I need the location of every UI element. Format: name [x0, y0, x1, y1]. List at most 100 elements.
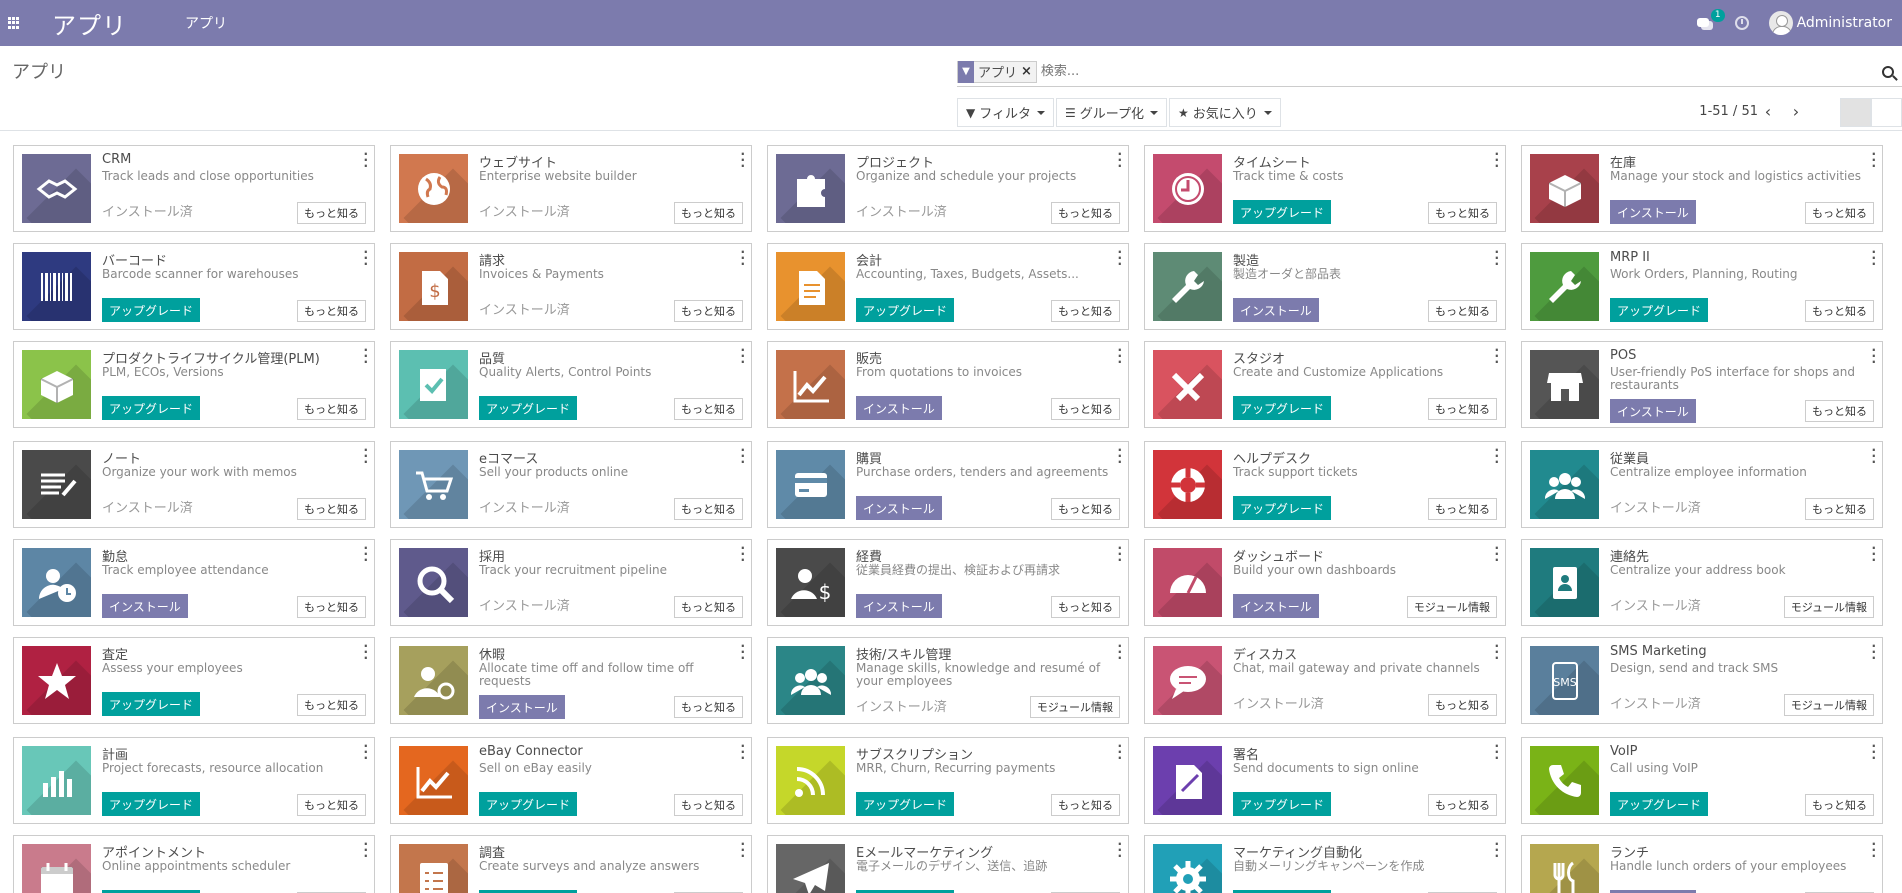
install-button[interactable]: インストール — [479, 695, 565, 719]
card-menu-icon[interactable]: · · · — [740, 838, 745, 862]
card-menu-icon[interactable]: · · · — [1871, 246, 1876, 270]
nav-menu-apps[interactable]: アプリ — [185, 13, 227, 33]
learn-more-button[interactable]: もっと知る — [1428, 202, 1497, 224]
card-menu-icon[interactable]: · · · — [1494, 444, 1499, 468]
apps-menu-icon[interactable] — [8, 17, 20, 29]
upgrade-button[interactable]: アップグレード — [1610, 298, 1709, 322]
pager-previous-icon[interactable]: ‹ — [1754, 100, 1782, 122]
card-menu-icon[interactable]: · · · — [1117, 444, 1122, 468]
learn-more-button[interactable]: もっと知る — [297, 794, 366, 816]
learn-more-button[interactable]: もっと知る — [1805, 202, 1874, 224]
module-info-button[interactable]: モジュール情報 — [1783, 596, 1874, 618]
card-menu-icon[interactable]: · · · — [1117, 542, 1122, 566]
upgrade-button[interactable]: アップグレード — [479, 396, 578, 420]
card-menu-icon[interactable]: · · · — [363, 542, 368, 566]
learn-more-button[interactable]: もっと知る — [1428, 498, 1497, 520]
user-avatar[interactable] — [1768, 11, 1793, 35]
card-menu-icon[interactable]: · · · — [1871, 838, 1876, 862]
module-info-button[interactable]: モジュール情報 — [1406, 596, 1497, 618]
activity-clock-icon[interactable] — [1734, 16, 1749, 30]
card-menu-icon[interactable]: · · · — [1494, 542, 1499, 566]
learn-more-button[interactable]: もっと知る — [297, 300, 366, 322]
card-menu-icon[interactable]: · · · — [1494, 740, 1499, 764]
learn-more-button[interactable]: もっと知る — [1051, 300, 1120, 322]
learn-more-button[interactable]: もっと知る — [674, 202, 743, 224]
card-menu-icon[interactable]: · · · — [363, 740, 368, 764]
card-menu-icon[interactable]: · · · — [740, 640, 745, 664]
learn-more-button[interactable]: もっと知る — [1051, 794, 1120, 816]
learn-more-button[interactable]: もっと知る — [297, 498, 366, 520]
upgrade-button[interactable]: アップグレード — [1233, 396, 1332, 420]
app-brand[interactable]: アプリ — [52, 6, 127, 41]
card-menu-icon[interactable]: · · · — [1871, 740, 1876, 764]
learn-more-button[interactable]: もっと知る — [297, 694, 366, 716]
learn-more-button[interactable]: もっと知る — [1428, 794, 1497, 816]
card-menu-icon[interactable]: · · · — [1494, 344, 1499, 368]
learn-more-button[interactable]: もっと知る — [1428, 398, 1497, 420]
upgrade-button[interactable]: アップグレード — [1233, 496, 1332, 520]
card-menu-icon[interactable]: · · · — [1871, 344, 1876, 368]
card-menu-icon[interactable]: · · · — [363, 246, 368, 270]
card-menu-icon[interactable]: · · · — [363, 148, 368, 172]
card-menu-icon[interactable]: · · · — [1117, 246, 1122, 270]
learn-more-button[interactable]: もっと知る — [1805, 794, 1874, 816]
install-button[interactable]: インストール — [856, 594, 942, 618]
upgrade-button[interactable]: アップグレード — [479, 792, 578, 816]
learn-more-button[interactable]: もっと知る — [1051, 498, 1120, 520]
learn-more-button[interactable]: もっと知る — [674, 398, 743, 420]
card-menu-icon[interactable]: · · · — [1494, 246, 1499, 270]
card-menu-icon[interactable]: · · · — [1117, 148, 1122, 172]
learn-more-button[interactable]: もっと知る — [1428, 694, 1497, 716]
learn-more-button[interactable]: もっと知る — [674, 596, 743, 618]
learn-more-button[interactable]: もっと知る — [1805, 300, 1874, 322]
card-menu-icon[interactable]: · · · — [1871, 640, 1876, 664]
module-info-button[interactable]: モジュール情報 — [1029, 696, 1120, 718]
card-menu-icon[interactable]: · · · — [740, 542, 745, 566]
learn-more-button[interactable]: もっと知る — [297, 202, 366, 224]
card-menu-icon[interactable]: · · · — [1117, 344, 1122, 368]
install-button[interactable]: インストール — [1233, 594, 1319, 618]
module-info-button[interactable]: モジュール情報 — [1783, 694, 1874, 716]
card-menu-icon[interactable]: · · · — [1494, 148, 1499, 172]
install-button[interactable]: インストール — [1610, 399, 1696, 423]
card-menu-icon[interactable]: · · · — [1871, 542, 1876, 566]
learn-more-button[interactable]: もっと知る — [1805, 400, 1874, 422]
learn-more-button[interactable]: もっと知る — [1805, 498, 1874, 520]
card-menu-icon[interactable]: · · · — [740, 740, 745, 764]
upgrade-button[interactable]: アップグレード — [102, 792, 201, 816]
search-icon[interactable] — [1882, 65, 1894, 78]
kanban-view-button[interactable] — [1840, 98, 1871, 127]
pager-value[interactable]: 1-51 / 51 — [1699, 104, 1758, 119]
learn-more-button[interactable]: もっと知る — [1051, 202, 1120, 224]
install-button[interactable]: インストール — [102, 594, 188, 618]
groupby-dropdown[interactable]: ☰ グループ化 — [1055, 98, 1167, 127]
upgrade-button[interactable]: アップグレード — [856, 792, 955, 816]
upgrade-button[interactable]: アップグレード — [1610, 792, 1709, 816]
learn-more-button[interactable]: もっと知る — [674, 794, 743, 816]
upgrade-button[interactable]: アップグレード — [1233, 200, 1332, 224]
card-menu-icon[interactable]: · · · — [740, 148, 745, 172]
card-menu-icon[interactable]: · · · — [1117, 838, 1122, 862]
card-menu-icon[interactable]: · · · — [363, 838, 368, 862]
card-menu-icon[interactable]: · · · — [1117, 740, 1122, 764]
card-menu-icon[interactable]: · · · — [1871, 444, 1876, 468]
upgrade-button[interactable]: アップグレード — [102, 298, 201, 322]
card-menu-icon[interactable]: · · · — [740, 344, 745, 368]
learn-more-button[interactable]: もっと知る — [674, 498, 743, 520]
install-button[interactable]: インストール — [856, 496, 942, 520]
card-menu-icon[interactable]: · · · — [740, 246, 745, 270]
card-menu-icon[interactable]: · · · — [1117, 640, 1122, 664]
card-menu-icon[interactable]: · · · — [363, 640, 368, 664]
learn-more-button[interactable]: もっと知る — [297, 398, 366, 420]
user-menu[interactable]: Administrator — [1797, 15, 1892, 31]
search-input[interactable] — [1040, 64, 1882, 79]
upgrade-button[interactable]: アップグレード — [102, 396, 201, 420]
card-menu-icon[interactable]: · · · — [1494, 838, 1499, 862]
learn-more-button[interactable]: もっと知る — [297, 596, 366, 618]
list-view-button[interactable] — [1871, 98, 1902, 127]
learn-more-button[interactable]: もっと知る — [674, 696, 743, 718]
upgrade-button[interactable]: アップグレード — [102, 692, 201, 716]
filter-dropdown[interactable]: ▼ フィルタ — [957, 98, 1054, 127]
learn-more-button[interactable]: もっと知る — [1051, 596, 1120, 618]
card-menu-icon[interactable]: · · · — [1494, 640, 1499, 664]
